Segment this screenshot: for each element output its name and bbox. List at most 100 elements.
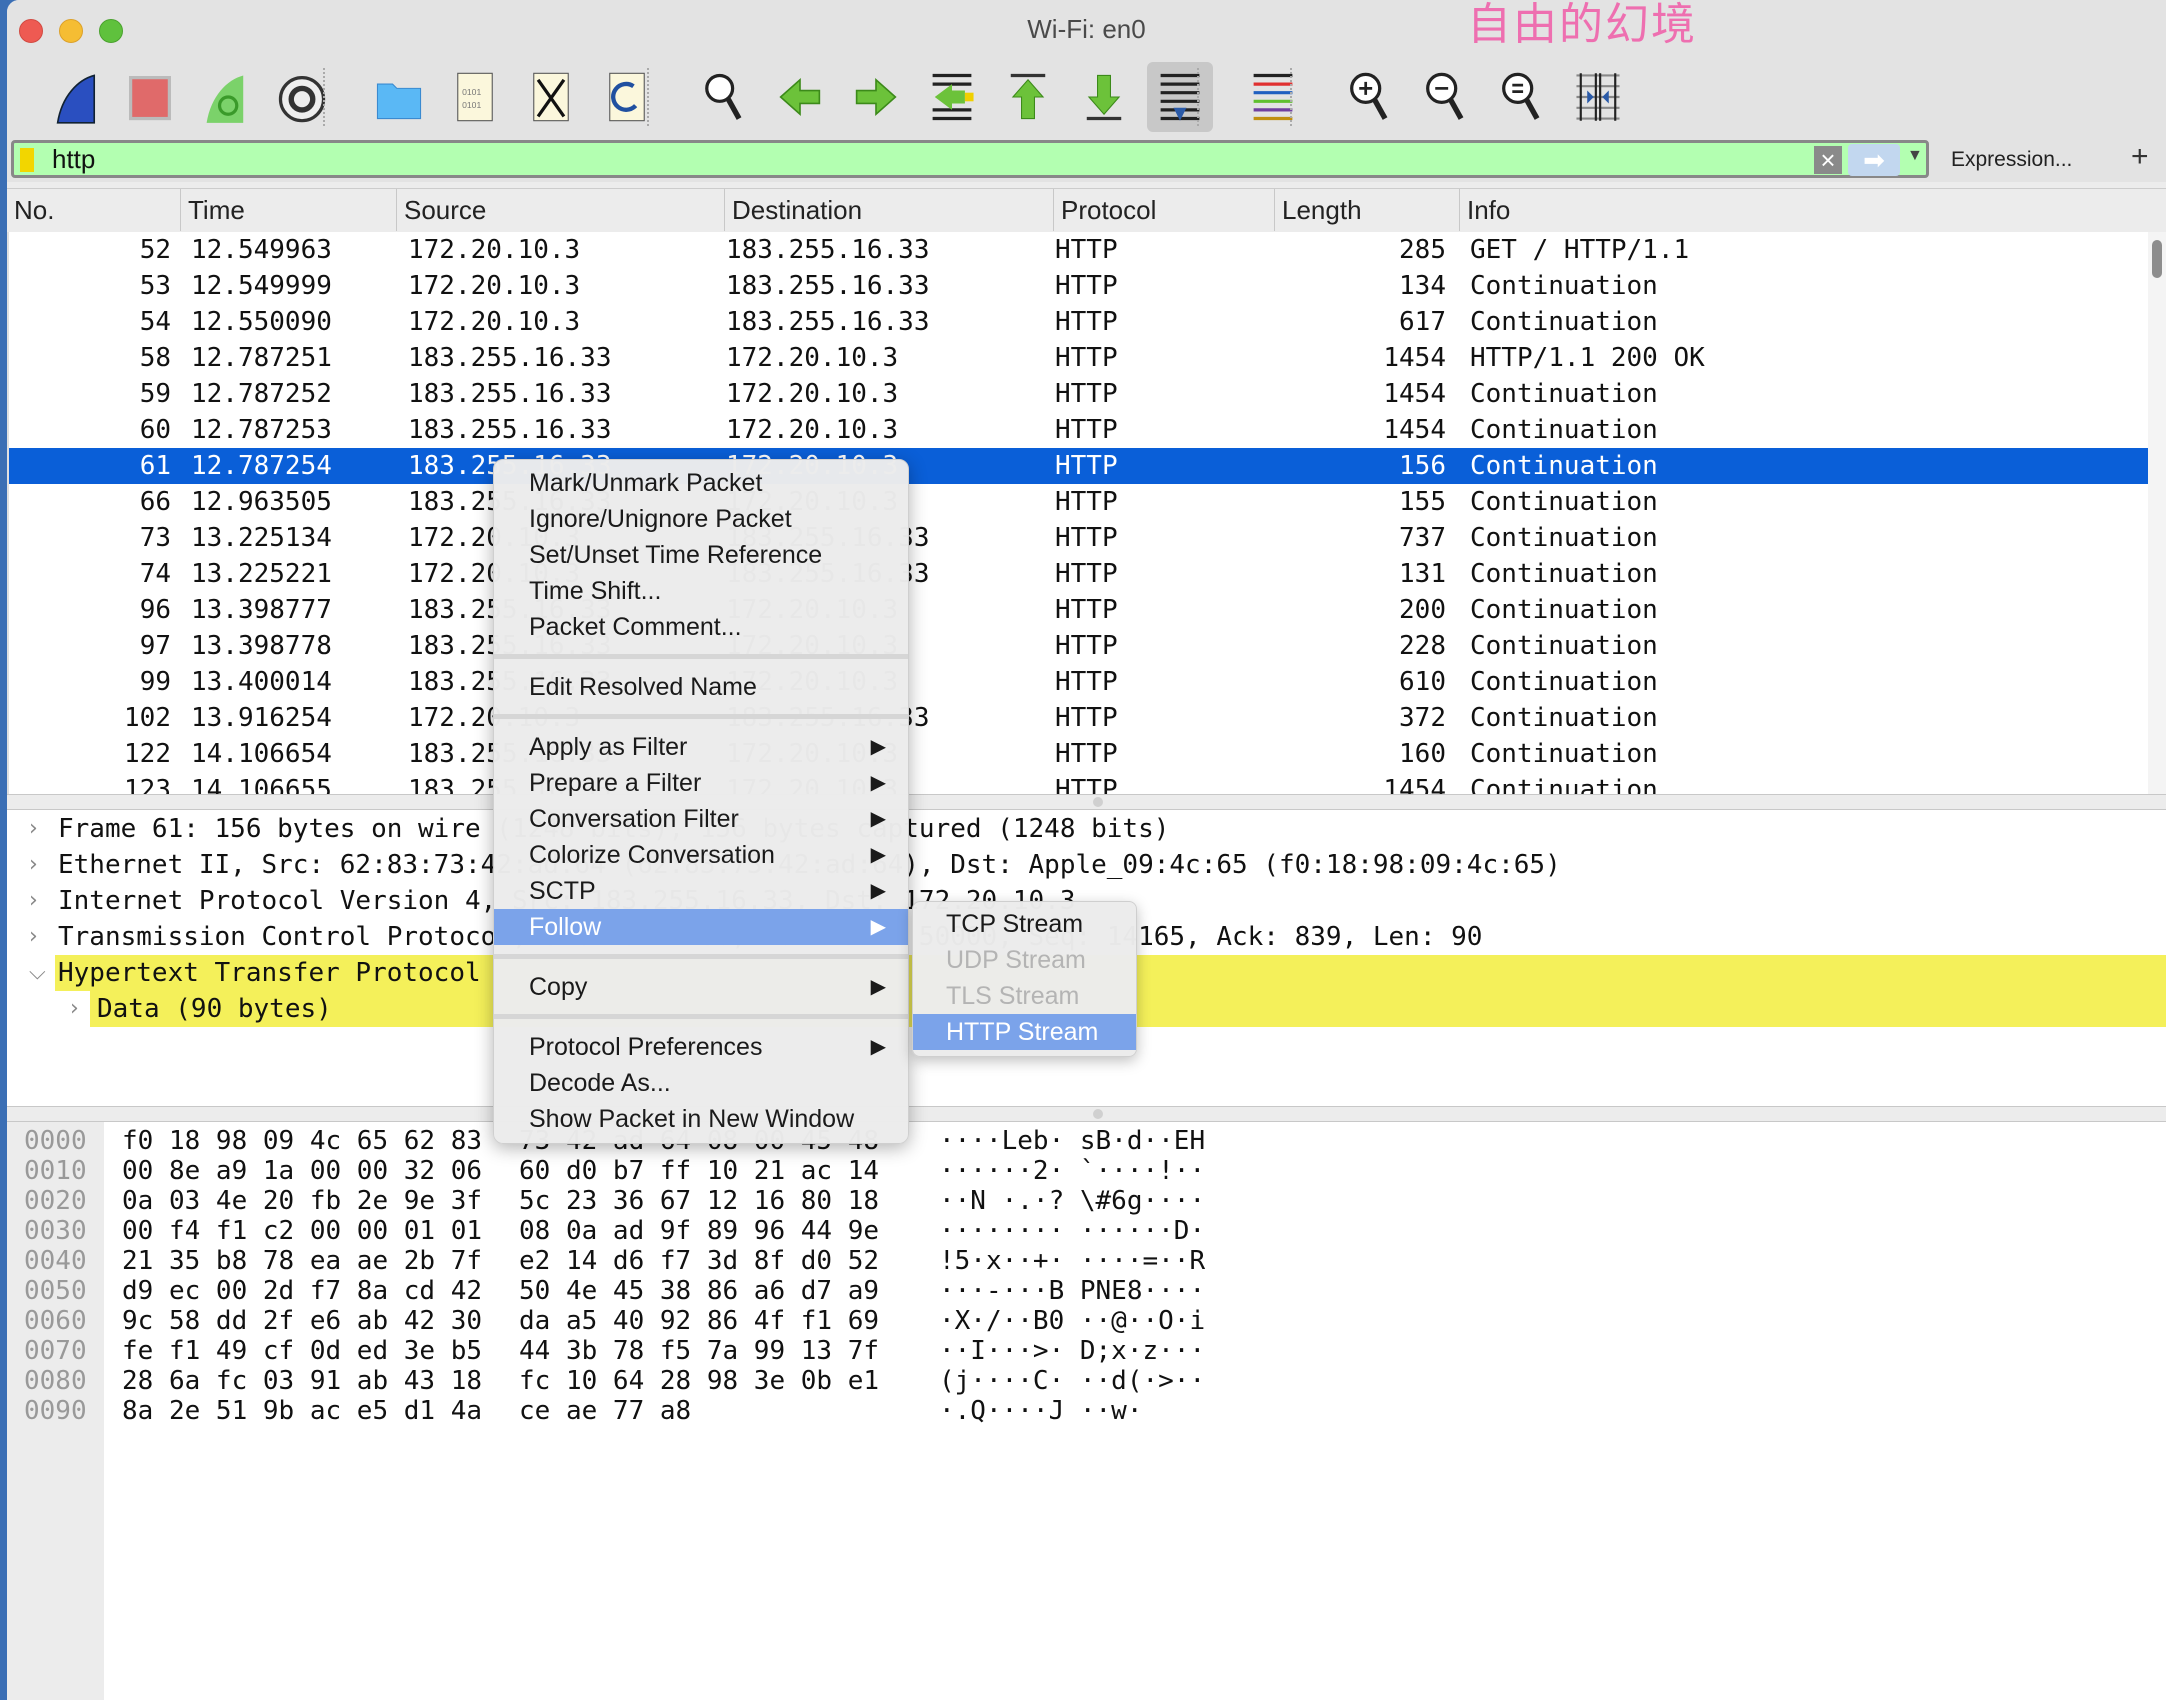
hex-offset[interactable]: 0000 [24, 1126, 87, 1156]
hex-bytes-second[interactable]: 5c 23 36 67 12 16 80 18 [519, 1186, 879, 1216]
hex-bytes-second[interactable]: fc 10 64 28 98 3e 0b e1 [519, 1366, 879, 1396]
submenu-item-http-stream[interactable]: HTTP Stream [913, 1014, 1136, 1050]
hex-bytes-first[interactable]: 21 35 b8 78 ea ae 2b 7f [122, 1246, 482, 1276]
hex-ascii[interactable]: ······2· `····!·· [939, 1156, 1205, 1186]
column-header-no[interactable]: No. [7, 189, 180, 231]
menu-item-packet-comment[interactable]: Packet Comment... [494, 609, 908, 645]
menu-item-show-packet-in-new-window[interactable]: Show Packet in New Window [494, 1101, 908, 1137]
filter-history-chevron-down-icon[interactable]: ▼ [1907, 147, 1923, 165]
packet-list-scrollbar[interactable] [2148, 232, 2166, 794]
hex-bytes-second[interactable]: 08 0a ad 9f 89 96 44 9e [519, 1216, 879, 1246]
open-file-button[interactable] [366, 62, 432, 132]
filter-bookmark-icon[interactable] [20, 148, 34, 172]
chevron-right-icon[interactable]: › [29, 883, 38, 919]
hex-offset[interactable]: 0050 [24, 1276, 87, 1306]
clear-filter-icon[interactable]: × [1814, 146, 1842, 174]
column-header-source[interactable]: Source [396, 189, 724, 231]
expression-button[interactable]: Expression... [1951, 148, 2072, 172]
packet-row[interactable]: 53 12.549999 172.20.10.3 183.255.16.33 HTTP 1… [9, 268, 2148, 304]
hex-bytes-first[interactable]: 28 6a fc 03 91 ab 43 18 [122, 1366, 482, 1396]
packet-row[interactable]: 12214.106654183.255.16.33172.20.10.3HTTP… [9, 736, 2148, 772]
hex-bytes-first[interactable]: fe f1 49 cf 0d ed 3e b5 [122, 1336, 482, 1366]
last-packet-button[interactable] [1071, 62, 1137, 132]
stop-capture-button[interactable] [117, 62, 183, 132]
packet-row[interactable]: 6612.963505183.255.16.33172.20.10.3HTTP1… [9, 484, 2148, 520]
menu-item-time-shift[interactable]: Time Shift... [494, 573, 908, 609]
menu-item-mark-unmark-packet[interactable]: Mark/Unmark Packet [494, 465, 908, 501]
hex-ascii[interactable]: ·X·/··B0 ··@··O·i [939, 1306, 1205, 1336]
hex-offset[interactable]: 0060 [24, 1306, 87, 1336]
menu-item-sctp[interactable]: SCTP ▶ [494, 873, 908, 909]
restart-capture-button[interactable] [193, 62, 259, 132]
hex-bytes-first[interactable]: d9 ec 00 2d f7 8a cd 42 [122, 1276, 482, 1306]
go-forward-button[interactable] [843, 62, 909, 132]
capture-options-button[interactable] [269, 62, 335, 132]
hex-ascii[interactable]: ········ ······D· [939, 1216, 1205, 1246]
column-header-length[interactable]: Length [1274, 189, 1459, 231]
hex-bytes-second[interactable]: ce ae 77 a8 [519, 1396, 691, 1426]
pane-splitter[interactable] [7, 1106, 2166, 1122]
packet-row[interactable]: 52 12.549963 172.20.10.3 183.255.16.33 HTTP 2… [9, 232, 2148, 268]
zoom-in-button[interactable] [1337, 62, 1403, 132]
close-file-button[interactable] [518, 62, 584, 132]
chevron-right-icon[interactable]: › [29, 811, 38, 847]
hex-offset[interactable]: 0010 [24, 1156, 87, 1186]
go-to-packet-button[interactable] [919, 62, 985, 132]
reload-file-button[interactable] [594, 62, 660, 132]
menu-item-prepare-a-filter[interactable]: Prepare a Filter ▶ [494, 765, 908, 801]
pane-splitter[interactable] [7, 794, 2166, 810]
menu-item-conversation-filter[interactable]: Conversation Filter ▶ [494, 801, 908, 837]
hex-ascii[interactable]: ·.Q····J ··w· [939, 1396, 1143, 1426]
column-header-protocol[interactable]: Protocol [1053, 189, 1274, 231]
menu-item-edit-resolved-name[interactable]: Edit Resolved Name [494, 669, 908, 705]
chevron-right-icon[interactable]: › [29, 919, 38, 955]
packet-row[interactable]: 10213.916254172.20.10.3183.255.16.33HTTP… [9, 700, 2148, 736]
packet-row[interactable]: 60 12.787253 183.255.16.33 172.20.10.3 HTTP 1… [9, 412, 2148, 448]
packet-row[interactable]: 9713.398778183.255.16.33172.20.10.3HTTP2… [9, 628, 2148, 664]
hex-bytes-second[interactable]: e2 14 d6 f7 3d 8f d0 52 [519, 1246, 879, 1276]
find-packet-button[interactable] [691, 62, 757, 132]
hex-offset[interactable]: 0030 [24, 1216, 87, 1246]
menu-item-set-unset-time-reference[interactable]: Set/Unset Time Reference [494, 537, 908, 573]
packet-row[interactable]: 7313.225134172.20.10.3183.255.16.33HTTP7… [9, 520, 2148, 556]
packet-row[interactable]: 9913.400014183.255.16.33172.20.10.3HTTP6… [9, 664, 2148, 700]
hex-offset[interactable]: 0090 [24, 1396, 87, 1426]
hex-bytes-first[interactable]: 8a 2e 51 9b ac e5 d1 4a [122, 1396, 482, 1426]
hex-bytes-first[interactable]: 00 8e a9 1a 00 00 32 06 [122, 1156, 482, 1186]
packet-row[interactable]: 9613.398777183.255.16.33172.20.10.3HTTP2… [9, 592, 2148, 628]
hex-bytes-second[interactable]: da a5 40 92 86 4f f1 69 [519, 1306, 879, 1336]
scrollbar-thumb[interactable] [2152, 240, 2162, 278]
menu-item-ignore-unignore-packet[interactable]: Ignore/Unignore Packet [494, 501, 908, 537]
chevron-right-icon[interactable]: › [29, 847, 38, 883]
chevron-right-icon[interactable]: › [70, 991, 79, 1027]
detail-tree-item[interactable]: ›Frame 61: 156 bytes on wire (1248 bits)… [7, 811, 2166, 847]
save-file-button[interactable]: 0101 0101 [442, 62, 508, 132]
hex-ascii[interactable]: (j····C· ··d(·>·· [939, 1366, 1205, 1396]
submenu-item-tcp-stream[interactable]: TCP Stream [913, 906, 1136, 942]
display-filter-input[interactable] [52, 143, 1812, 175]
chevron-down-icon[interactable]: ⌵ [29, 955, 46, 991]
hex-ascii[interactable]: !5·x··+· ····=··R [939, 1246, 1205, 1276]
zoom-out-button[interactable] [1413, 62, 1479, 132]
first-packet-button[interactable] [995, 62, 1061, 132]
hex-ascii[interactable]: ···-···B PNE8···· [939, 1276, 1205, 1306]
hex-offset[interactable]: 0020 [24, 1186, 87, 1216]
column-header-time[interactable]: Time [180, 189, 396, 231]
menu-item-apply-as-filter[interactable]: Apply as Filter ▶ [494, 729, 908, 765]
hex-offset[interactable]: 0040 [24, 1246, 87, 1276]
colorize-button[interactable] [1240, 62, 1306, 132]
hex-bytes-first[interactable]: f0 18 98 09 4c 65 62 83 [122, 1126, 482, 1156]
hex-ascii[interactable]: ··N ·.·? \#6g···· [939, 1186, 1205, 1216]
hex-offset[interactable]: 0080 [24, 1366, 87, 1396]
hex-bytes-first[interactable]: 0a 03 4e 20 fb 2e 9e 3f [122, 1186, 482, 1216]
packet-row[interactable]: 54 12.550090 172.20.10.3 183.255.16.33 HTTP 6… [9, 304, 2148, 340]
menu-item-decode-as[interactable]: Decode As... [494, 1065, 908, 1101]
column-header-info[interactable]: Info [1459, 189, 2166, 231]
packet-row[interactable]: 12314.106655183.255.16.33172.20.10.3HTTP… [9, 772, 2148, 794]
menu-item-copy[interactable]: Copy ▶ [494, 969, 908, 1005]
normal-size-button[interactable] [1489, 62, 1555, 132]
menu-item-colorize-conversation[interactable]: Colorize Conversation ▶ [494, 837, 908, 873]
hex-bytes-second[interactable]: 60 d0 b7 ff 10 21 ac 14 [519, 1156, 879, 1186]
menu-item-follow[interactable]: Follow ▶ [494, 909, 908, 945]
menu-item-protocol-preferences[interactable]: Protocol Preferences ▶ [494, 1029, 908, 1065]
